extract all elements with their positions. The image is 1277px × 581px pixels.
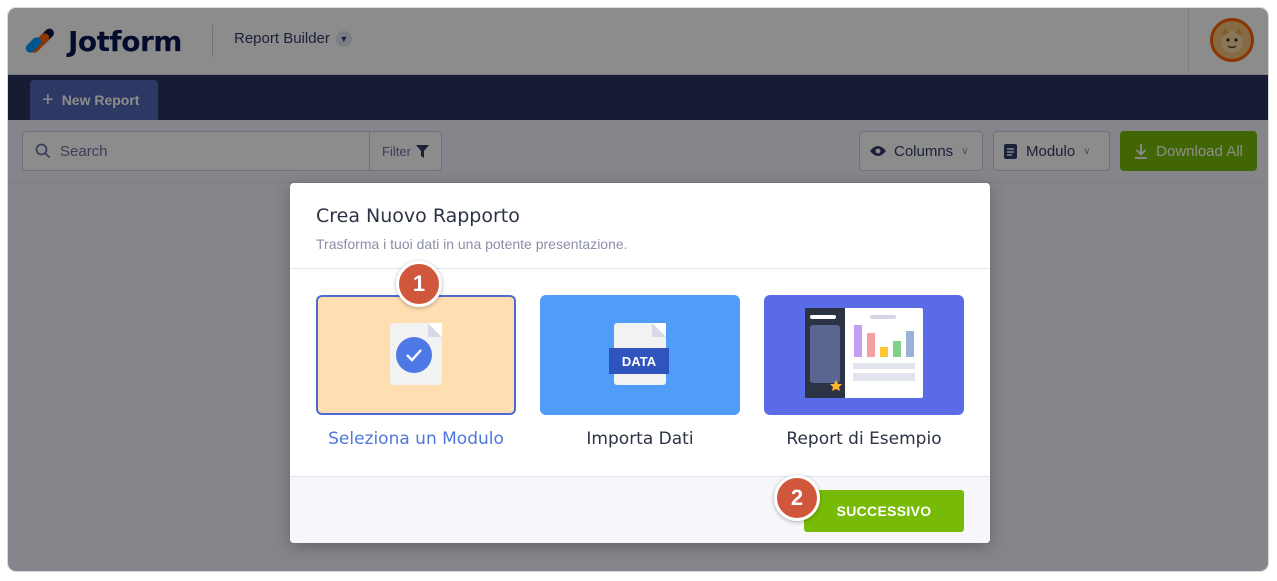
step-2-callout: 2	[774, 475, 820, 521]
option-sample-report-label[interactable]: Report di Esempio	[764, 429, 964, 449]
option-select-form[interactable]	[316, 295, 516, 415]
sample-report-illustration	[805, 308, 923, 398]
option-import-data[interactable]: DATA	[540, 295, 740, 415]
next-button[interactable]: SUCCESSIVO	[804, 490, 964, 532]
app-window: Jotform Report Builder ▼ + New Report Se…	[8, 8, 1268, 571]
modal-title: Crea Nuovo Rapporto	[316, 205, 520, 227]
check-circle-icon	[396, 337, 432, 373]
modal-subtitle: Trasforma i tuoi dati in una potente pre…	[316, 236, 628, 252]
step-1-callout: 1	[396, 261, 442, 307]
data-tag: DATA	[609, 348, 669, 374]
modal-footer: SUCCESSIVO	[290, 476, 990, 543]
option-import-data-label[interactable]: Importa Dati	[540, 429, 740, 449]
modal-header: Crea Nuovo Rapporto Trasforma i tuoi dat…	[290, 183, 990, 269]
create-report-modal: Crea Nuovo Rapporto Trasforma i tuoi dat…	[290, 183, 990, 543]
option-select-form-label[interactable]: Seleziona un Modulo	[316, 429, 516, 449]
form-document-icon	[390, 323, 442, 385]
option-sample-report[interactable]	[764, 295, 964, 415]
